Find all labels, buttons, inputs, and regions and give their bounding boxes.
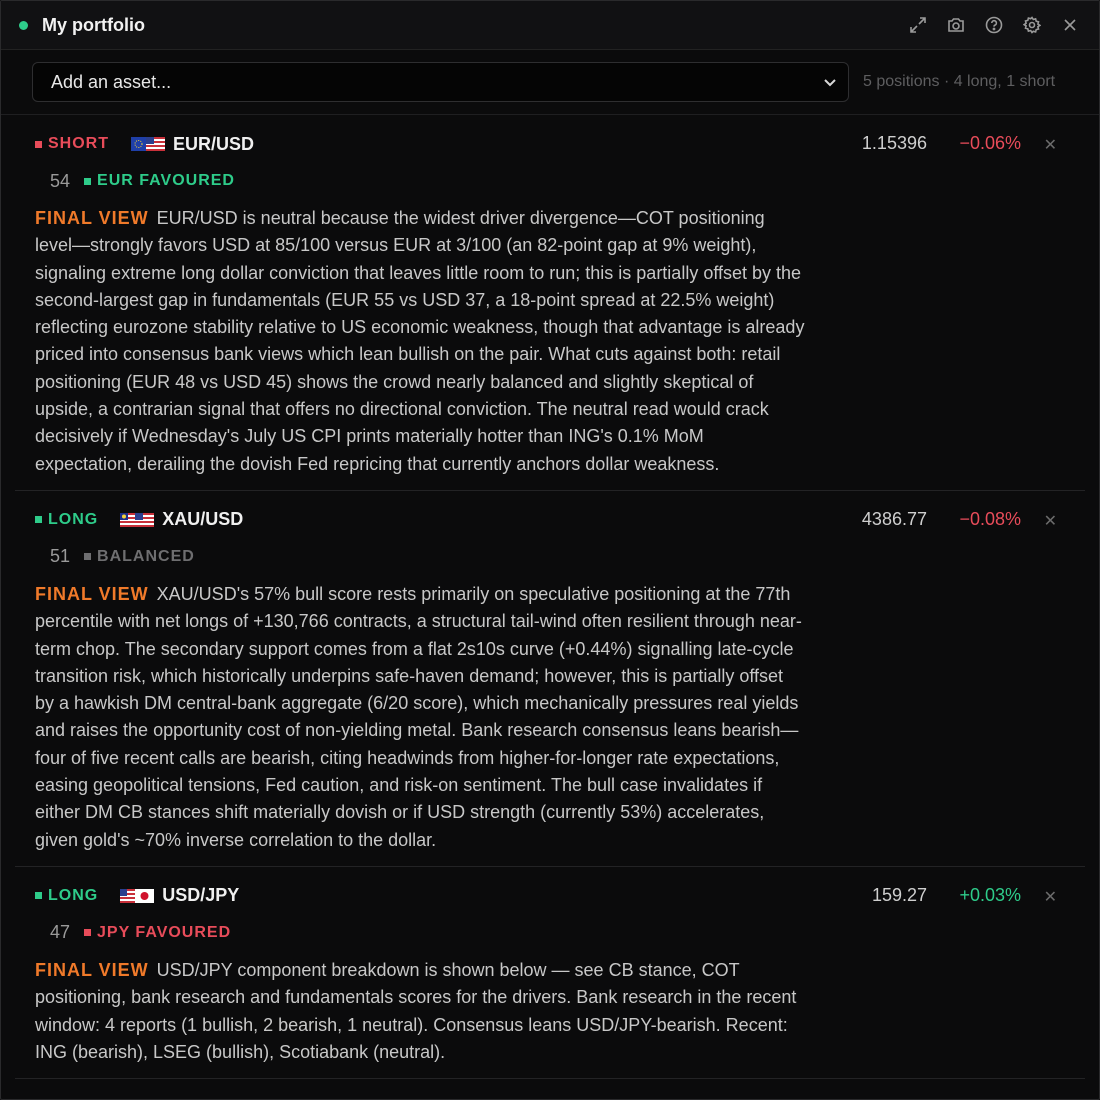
positions-list: SHORT EUR/USD 1.15396 −0.06% ✕ 54 EUR FA… (1, 115, 1099, 1080)
direction-label: SHORT (48, 135, 109, 152)
remove-position-button[interactable]: ✕ (1044, 511, 1057, 531)
bias-label: EUR FAVOURED (97, 172, 235, 189)
bias-marker (84, 553, 92, 561)
remove-position-button[interactable]: ✕ (1044, 887, 1057, 907)
position-card: SHORT EUR/USD 1.15396 −0.06% ✕ 54 EUR FA… (15, 115, 1085, 491)
change-percent: +0.03% (959, 884, 1021, 905)
camera-icon[interactable] (945, 14, 967, 36)
final-view-label: FINAL VIEW (35, 208, 149, 228)
title-bar: My portfolio (1, 1, 1099, 50)
gear-icon[interactable] (1021, 14, 1043, 36)
close-icon[interactable] (1059, 14, 1081, 36)
analysis-body: XAU/USD's 57% bull score rests primarily… (35, 583, 802, 850)
portfolio-window: My portfolio Add an asset... 5 positions (0, 0, 1100, 1100)
expand-icon[interactable] (907, 14, 929, 36)
eu-us-flag-icon (131, 137, 165, 151)
position-card: LONG XAU/USD 4386.77 −0.08% ✕ 51 BALANCE… (15, 491, 1085, 867)
help-icon[interactable] (983, 14, 1005, 36)
direction-marker (35, 140, 42, 148)
us-jp-flag-icon (120, 888, 155, 903)
pair-name: XAU/USD (162, 509, 244, 530)
price: 4386.77 (861, 508, 927, 529)
my-us-flag-icon (120, 512, 155, 527)
score: 54 (50, 170, 71, 191)
analysis-body: EUR/USD is neutral because the widest dr… (35, 208, 805, 474)
direction-label: LONG (48, 886, 99, 904)
window-controls (907, 14, 1081, 36)
add-asset-select[interactable]: Add an asset... (32, 62, 849, 102)
remove-position-button[interactable]: ✕ (1044, 135, 1057, 155)
add-asset-placeholder: Add an asset... (51, 71, 172, 92)
analysis-text: FINAL VIEW USD/JPY component breakdown is… (35, 957, 805, 1066)
price: 1.15396 (861, 133, 927, 153)
positions-summary: 5 positions · 4 long, 1 short (863, 73, 1056, 90)
direction-marker (35, 892, 42, 900)
pair-name: USD/JPY (162, 885, 240, 906)
window-title: My portfolio (42, 14, 145, 35)
pair-name: EUR/USD (173, 133, 255, 154)
score: 47 (50, 922, 71, 943)
analysis-text: FINAL VIEW EUR/USD is neutral because the… (35, 205, 805, 478)
bias-marker (84, 177, 92, 185)
analysis-text: FINAL VIEW XAU/USD's 57% bull score rests… (35, 581, 805, 854)
change-percent: −0.06% (959, 133, 1021, 153)
final-view-label: FINAL VIEW (35, 959, 149, 980)
direction-label: LONG (48, 510, 99, 528)
direction-marker (35, 516, 42, 524)
analysis-body: USD/JPY component breakdown is shown bel… (35, 959, 797, 1062)
chevron-down-icon (824, 79, 836, 87)
score: 51 (50, 546, 71, 567)
bias-marker (84, 929, 92, 937)
price: 159.27 (871, 884, 927, 905)
position-card: LONG USD/JPY 159.27 +0.03% ✕ 47 JPY FAVO… (15, 867, 1085, 1080)
bias-label: JPY FAVOURED (97, 923, 232, 941)
bias-label: BALANCED (97, 547, 195, 565)
change-percent: −0.08% (959, 508, 1021, 529)
status-dot (19, 20, 28, 30)
asset-toolbar: Add an asset... 5 positions · 4 long, 1 … (1, 50, 1099, 115)
final-view-label: FINAL VIEW (35, 583, 149, 604)
